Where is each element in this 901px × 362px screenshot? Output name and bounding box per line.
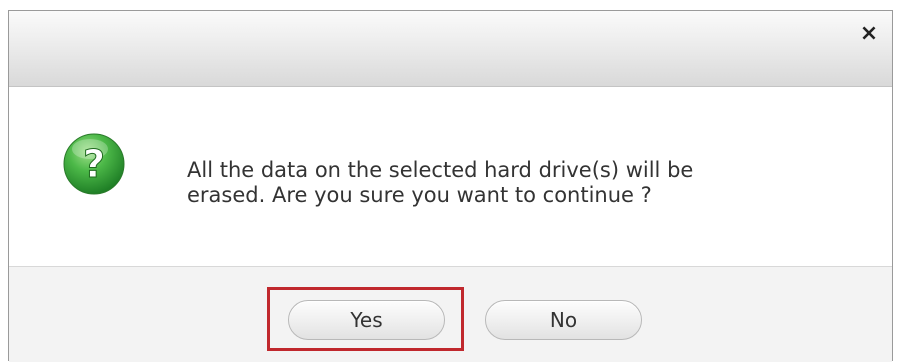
dialog-titlebar: × (9, 11, 892, 87)
confirm-message: All the data on the selected hard drive(… (187, 158, 827, 208)
question-icon: ? (63, 133, 125, 195)
dialog-footer: Yes No (9, 266, 892, 362)
svg-text:?: ? (83, 142, 105, 186)
dialog-body: ? All the data on the selected hard driv… (9, 87, 892, 265)
close-icon[interactable]: × (860, 23, 878, 45)
message-line-1: All the data on the selected hard drive(… (187, 158, 694, 182)
message-line-2: erased. Are you sure you want to continu… (187, 183, 652, 207)
close-button[interactable]: × (858, 23, 880, 45)
yes-button[interactable]: Yes (288, 300, 445, 340)
no-button[interactable]: No (485, 300, 642, 340)
confirm-dialog: × ? All the data on the selected hard dr… (8, 10, 893, 362)
